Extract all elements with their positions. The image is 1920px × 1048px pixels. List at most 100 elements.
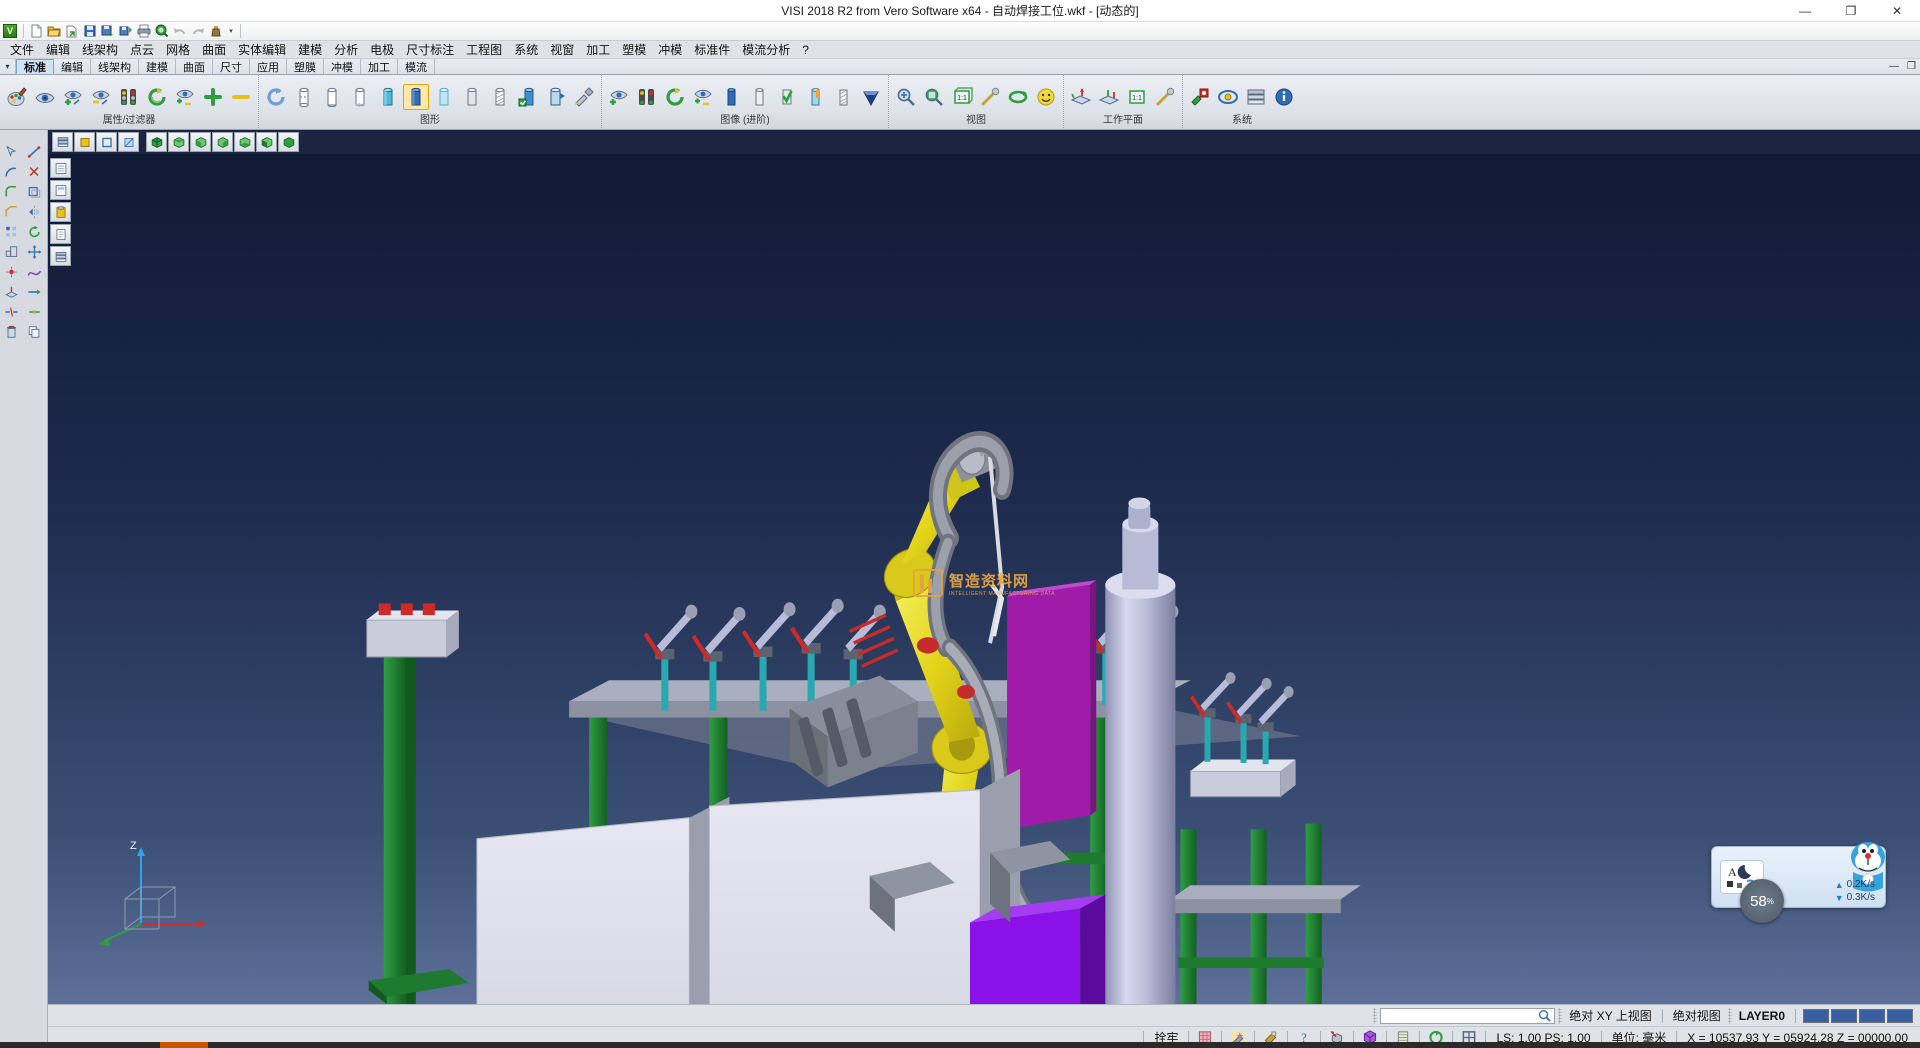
shaded-grey-icon[interactable] bbox=[459, 84, 485, 110]
spline-icon[interactable] bbox=[23, 262, 46, 282]
new-file-icon[interactable] bbox=[27, 23, 45, 40]
dynamic-view-icon[interactable] bbox=[606, 84, 632, 110]
open-file-icon[interactable] bbox=[45, 23, 63, 40]
menu-item-edit[interactable]: 编辑 bbox=[40, 41, 76, 59]
menu-item-solid-edit[interactable]: 实体编辑 bbox=[232, 41, 292, 59]
save-as-icon[interactable] bbox=[99, 23, 117, 40]
scale-icon[interactable] bbox=[0, 242, 23, 262]
download-manager-widget[interactable]: A bbox=[1711, 846, 1886, 908]
rotate-entity-icon[interactable] bbox=[23, 222, 46, 242]
regenerate-icon[interactable] bbox=[263, 84, 289, 110]
shaded-edges-icon[interactable] bbox=[543, 84, 569, 110]
array-icon[interactable] bbox=[0, 222, 23, 242]
redo-icon[interactable] bbox=[189, 23, 207, 40]
graphic-tools-icon[interactable] bbox=[571, 84, 597, 110]
tab-edit[interactable]: 编辑 bbox=[54, 59, 91, 74]
remove-filter-icon[interactable] bbox=[228, 84, 254, 110]
menu-item-system[interactable]: 系统 bbox=[508, 41, 544, 59]
chamfer-icon[interactable] bbox=[0, 202, 23, 222]
view-type-label[interactable]: 绝对视图 bbox=[1669, 1007, 1725, 1024]
move-icon[interactable] bbox=[23, 242, 46, 262]
zoom-all-icon[interactable] bbox=[921, 84, 947, 110]
menu-item-analysis[interactable]: 分析 bbox=[328, 41, 364, 59]
system-layers-icon[interactable] bbox=[1243, 84, 1269, 110]
scene-3d-model[interactable] bbox=[48, 154, 1920, 1004]
view-orientation-icon[interactable]: 1:1 bbox=[949, 84, 975, 110]
menu-item-flow-analysis[interactable]: 模流分析 bbox=[736, 41, 796, 59]
color-swatch-2[interactable] bbox=[1831, 1009, 1857, 1023]
menu-item-window[interactable]: 视窗 bbox=[544, 41, 580, 59]
menu-item-standard-parts[interactable]: 标准件 bbox=[688, 41, 736, 59]
bottom-view-icon[interactable] bbox=[234, 132, 255, 152]
menu-item-mould[interactable]: 塑模 bbox=[616, 41, 652, 59]
gem-render-icon[interactable] bbox=[858, 84, 884, 110]
print-preview-icon[interactable] bbox=[153, 23, 171, 40]
section-view-icon[interactable] bbox=[487, 84, 513, 110]
menu-item-machining[interactable]: 加工 bbox=[580, 41, 616, 59]
environment-icon[interactable] bbox=[662, 84, 688, 110]
tab-dimension[interactable]: 尺寸 bbox=[213, 59, 250, 74]
extend-icon[interactable] bbox=[23, 282, 46, 302]
view-mode-label[interactable]: 绝对 XY 上视图 bbox=[1565, 1007, 1655, 1024]
cad-viewport[interactable]: 智造资料网 INTELLIGENT MANUFACTURING DATA Z bbox=[48, 154, 1920, 1004]
traffic-light-icon[interactable] bbox=[116, 84, 142, 110]
import-file-icon[interactable] bbox=[63, 23, 81, 40]
menu-item-surface[interactable]: 曲面 bbox=[196, 41, 232, 59]
view-smiley-icon[interactable] bbox=[1033, 84, 1059, 110]
tab-standard[interactable]: 标准 bbox=[16, 59, 54, 74]
tab-application[interactable]: 应用 bbox=[250, 59, 287, 74]
tab-machining[interactable]: 加工 bbox=[361, 59, 398, 74]
arc-icon[interactable] bbox=[0, 162, 23, 182]
top-view-icon[interactable] bbox=[168, 132, 189, 152]
tab-modeling[interactable]: 建模 bbox=[139, 59, 176, 74]
front-view-icon[interactable] bbox=[190, 132, 211, 152]
menu-item-wireframe[interactable]: 线架构 bbox=[76, 41, 124, 59]
hidden-line-icon[interactable] bbox=[347, 84, 373, 110]
shade-solid-icon[interactable] bbox=[74, 132, 95, 152]
menu-item-die[interactable]: 冲模 bbox=[652, 41, 688, 59]
light-setup-icon[interactable] bbox=[634, 84, 660, 110]
tab-mould[interactable]: 塑膜 bbox=[287, 59, 324, 74]
line-icon[interactable] bbox=[23, 142, 46, 162]
back-view-icon[interactable] bbox=[278, 132, 299, 152]
calculator-icon[interactable] bbox=[207, 23, 225, 40]
minimize-button[interactable]: — bbox=[1782, 0, 1828, 22]
refresh-green-icon[interactable] bbox=[144, 84, 170, 110]
tab-moldflow[interactable]: 模流 bbox=[398, 59, 435, 74]
save-icon[interactable] bbox=[81, 23, 99, 40]
material-white-icon[interactable] bbox=[746, 84, 772, 110]
iso-view-icon[interactable] bbox=[146, 132, 167, 152]
shade-transparent-icon[interactable] bbox=[118, 132, 139, 152]
menu-item-mesh[interactable]: 网格 bbox=[160, 41, 196, 59]
layer-list-icon[interactable] bbox=[52, 132, 73, 152]
export-icon[interactable] bbox=[117, 23, 135, 40]
left-view-icon[interactable] bbox=[256, 132, 277, 152]
zoom-window-icon[interactable] bbox=[893, 84, 919, 110]
project-icon[interactable] bbox=[0, 282, 23, 302]
qat-overflow-icon[interactable]: ▾ bbox=[225, 27, 237, 35]
wireframe-view-icon[interactable] bbox=[291, 84, 317, 110]
render-quality-icon[interactable] bbox=[515, 84, 541, 110]
menu-item-modeling[interactable]: 建模 bbox=[292, 41, 328, 59]
close-button[interactable]: ✕ bbox=[1874, 0, 1920, 22]
point-icon[interactable] bbox=[0, 262, 23, 282]
break-icon[interactable] bbox=[0, 302, 23, 322]
material-mesh-icon[interactable] bbox=[830, 84, 856, 110]
system-config-icon[interactable] bbox=[1187, 84, 1213, 110]
tab-wireframe[interactable]: 线架构 bbox=[91, 59, 139, 74]
workplane-align-icon[interactable]: 1:1 bbox=[1124, 84, 1150, 110]
rotate-view-icon[interactable] bbox=[1005, 84, 1031, 110]
mdi-restore-button[interactable]: ❐ bbox=[1907, 61, 1916, 72]
shaded-blue-icon[interactable] bbox=[403, 84, 429, 110]
workplane-edit-icon[interactable] bbox=[1096, 84, 1122, 110]
undo-icon[interactable] bbox=[171, 23, 189, 40]
fillet-icon[interactable] bbox=[0, 182, 23, 202]
offset-icon[interactable] bbox=[23, 182, 46, 202]
select-icon[interactable] bbox=[0, 142, 23, 162]
taskbar-item-1[interactable] bbox=[160, 1042, 208, 1048]
ribbon-collapse-icon[interactable]: ▾ bbox=[0, 59, 16, 74]
transparency-icon[interactable] bbox=[690, 84, 716, 110]
mirror-icon[interactable] bbox=[23, 202, 46, 222]
eye-properties-icon[interactable] bbox=[32, 84, 58, 110]
current-layer-label[interactable]: LAYER0 bbox=[1735, 1009, 1789, 1023]
